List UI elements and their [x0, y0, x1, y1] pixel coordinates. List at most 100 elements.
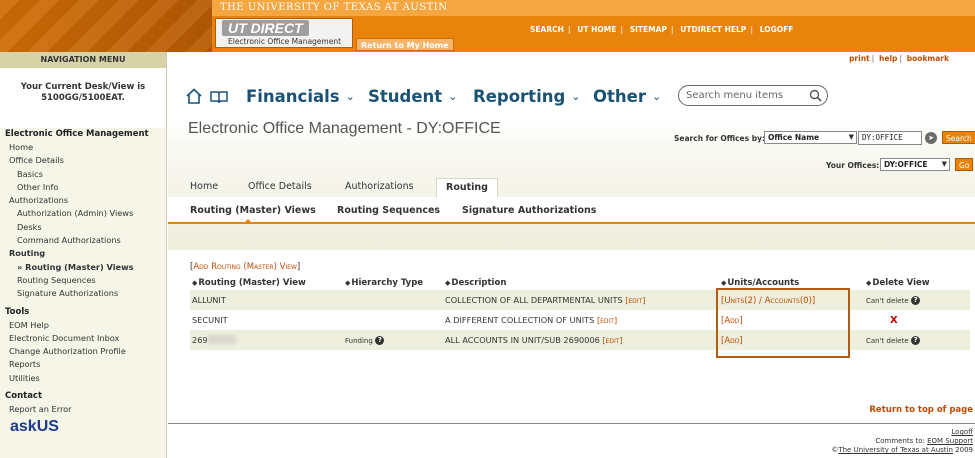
subtab-signature-auth[interactable]: Signature Authorizations	[462, 205, 596, 216]
routing-views-table: ◆Routing (Master) View ◆Hierarchy Type ◆…	[190, 276, 970, 350]
sidebar-item-routing-master-views[interactable]: » Routing (Master) Views	[0, 261, 166, 274]
table-row: ALLUNIT COLLECTION OF ALL DEPARTMENTAL U…	[190, 290, 970, 310]
col-header-delete[interactable]: ◆Delete View	[864, 276, 970, 290]
utdirect-logo[interactable]: UT DIRECT Electronic Office Management	[215, 18, 353, 48]
search-button[interactable]: Search	[942, 131, 975, 144]
main-content: print | help | bookmark Financials ⌄ Studen…	[168, 52, 975, 458]
col-header-view[interactable]: ◆Routing (Master) View	[190, 276, 343, 290]
subtab-routing-master-views[interactable]: Routing (Master) Views	[190, 205, 316, 216]
sidebar-item-desks[interactable]: Desks	[0, 221, 166, 234]
search-icon[interactable]	[809, 89, 822, 109]
print-link[interactable]: print	[847, 54, 872, 63]
top-link-utdirect-help[interactable]: UTDIRECT HELP	[676, 25, 750, 34]
cell-description: ALL ACCOUNTS IN UNIT/SUB 2690006 [edit]	[443, 330, 719, 350]
add-routing-view-link[interactable]: [Add Routing (Master) View]	[190, 262, 300, 272]
subtab-bar: Routing (Master) Views Routing Sequences…	[168, 197, 975, 224]
help-icon[interactable]: ?	[911, 336, 921, 345]
top-link-sitemap[interactable]: SITEMAP	[626, 25, 671, 34]
current-desk-value: 5100GG/5100EAT.	[41, 93, 125, 103]
bookmark-link[interactable]: bookmark	[905, 54, 951, 63]
footer-year: 2009	[955, 446, 973, 454]
sidebar-item-doc-inbox[interactable]: Electronic Document Inbox	[0, 332, 166, 345]
menu-financials-label: Financials	[246, 87, 340, 106]
utility-links: print | help | bookmark	[847, 54, 951, 63]
footer-logoff-link[interactable]: Logoff	[951, 428, 973, 436]
footer-support-link[interactable]: EOM Support	[927, 437, 973, 445]
current-desk-label: Your Current Desk/View is	[20, 82, 146, 92]
banner-pattern	[0, 0, 212, 52]
sidebar-item-eom-help[interactable]: EOM Help	[0, 319, 166, 332]
house-icon[interactable]	[186, 88, 202, 108]
col-header-description[interactable]: ◆Description	[443, 276, 719, 290]
tab-office-details[interactable]: Office Details	[248, 181, 312, 192]
chevron-down-icon: ⌄	[652, 90, 662, 103]
tab-routing[interactable]: Routing	[436, 178, 498, 197]
sidebar-item-utilities[interactable]: Utilities	[0, 372, 166, 385]
book-icon[interactable]	[210, 89, 228, 108]
delete-icon[interactable]: X	[890, 315, 898, 326]
help-icon[interactable]: ?	[911, 296, 921, 305]
section-contact: Contact	[5, 391, 43, 402]
top-link-search[interactable]: SEARCH	[526, 25, 568, 34]
col-header-hierarchy[interactable]: ◆Hierarchy Type	[343, 276, 443, 290]
your-offices-select[interactable]: DY:OFFICE ▼	[880, 158, 950, 171]
menu-other[interactable]: Other ⌄	[593, 87, 661, 106]
sidebar-item-signature-auth[interactable]: Signature Authorizations	[0, 287, 166, 300]
tab-authorizations[interactable]: Authorizations	[345, 181, 414, 192]
menu-student[interactable]: Student ⌄	[368, 87, 457, 106]
mega-menu: Financials ⌄ Student ⌄ Reporting ⌄ Other ⌄ S…	[168, 68, 975, 116]
sidebar-item-basics[interactable]: Basics	[0, 168, 166, 181]
section-eom: Electronic Office Management	[5, 129, 149, 139]
edit-link[interactable]: [edit]	[625, 296, 645, 305]
return-to-top-link[interactable]: Return to top of page	[869, 405, 973, 415]
office-search-input[interactable]: DY:OFFICE	[858, 131, 922, 145]
top-link-logoff[interactable]: LOGOFF	[756, 25, 798, 34]
top-banner: THE UNIVERSITY OF TEXAS AT AUSTIN UT DIR…	[0, 0, 975, 52]
footer-university-link[interactable]: The University of Texas at Austin	[838, 446, 953, 454]
menu-search-input[interactable]: Search menu items	[678, 85, 828, 106]
sidebar-item-auth-admin-views[interactable]: Authorization (Admin) Views	[0, 207, 166, 220]
subtab-routing-sequences[interactable]: Routing Sequences	[337, 205, 440, 216]
menu-reporting-label: Reporting	[473, 87, 566, 106]
footer-divider	[168, 423, 975, 424]
sidebar-item-routing-sequences[interactable]: Routing Sequences	[0, 274, 166, 287]
sidebar-item-routing[interactable]: Routing	[0, 247, 166, 260]
your-offices-label: Your Offices:	[826, 161, 880, 170]
cell-hierarchy	[343, 290, 443, 310]
sidebar-item-report-error[interactable]: Report an Error	[0, 403, 166, 416]
university-name: THE UNIVERSITY OF TEXAS AT AUSTIN	[220, 2, 448, 13]
help-link[interactable]: help	[877, 54, 899, 63]
sidebar-item-authorizations[interactable]: Authorizations	[0, 194, 166, 207]
sidebar-item-command-auth[interactable]: Command Authorizations	[0, 234, 166, 247]
your-offices-value: DY:OFFICE	[884, 160, 928, 169]
askus-logo[interactable]: askUS	[10, 418, 59, 436]
top-link-ut-home[interactable]: UT HOME	[573, 25, 620, 34]
sort-icon: ◆	[192, 279, 198, 287]
sidebar-item-change-auth-profile[interactable]: Change Authorization Profile	[0, 345, 166, 358]
utdirect-logo-subtitle: Electronic Office Management	[228, 37, 342, 46]
tab-bar: Home Office Details Authorizations Routi…	[168, 178, 975, 197]
cell-hierarchy	[343, 310, 443, 330]
navigation-sidebar: NAVIGATION MENU Your Current Desk/View i…	[0, 52, 167, 458]
return-home-button[interactable]: Return to My Home	[356, 38, 454, 51]
edit-link[interactable]: [edit]	[603, 336, 623, 345]
search-by-select[interactable]: Office Name ▼	[764, 131, 857, 144]
chevron-down-icon: ⌄	[571, 90, 581, 103]
sidebar-item-office-details[interactable]: Office Details	[0, 154, 166, 167]
sidebar-item-other-info[interactable]: Other Info	[0, 181, 166, 194]
selected-tab-marker	[244, 219, 252, 223]
sidebar-item-reports[interactable]: Reports	[0, 358, 166, 371]
sidebar-item-home[interactable]: Home	[0, 141, 166, 154]
cell-description: COLLECTION OF ALL DEPARTMENTAL UNITS [ed…	[443, 290, 719, 310]
help-icon[interactable]: ?	[375, 336, 385, 345]
edit-link[interactable]: [edit]	[597, 316, 617, 325]
go-button[interactable]: Go	[955, 158, 974, 171]
cell-delete: Can't delete ?	[864, 290, 970, 310]
chevron-down-icon: ▼	[941, 160, 947, 168]
tab-home[interactable]: Home	[190, 181, 218, 192]
menu-reporting[interactable]: Reporting ⌄	[473, 87, 581, 106]
clear-icon[interactable]: ➤	[925, 132, 937, 144]
menu-student-label: Student	[368, 87, 443, 106]
cell-view: ALLUNIT	[190, 290, 343, 310]
menu-financials[interactable]: Financials ⌄	[246, 87, 355, 106]
